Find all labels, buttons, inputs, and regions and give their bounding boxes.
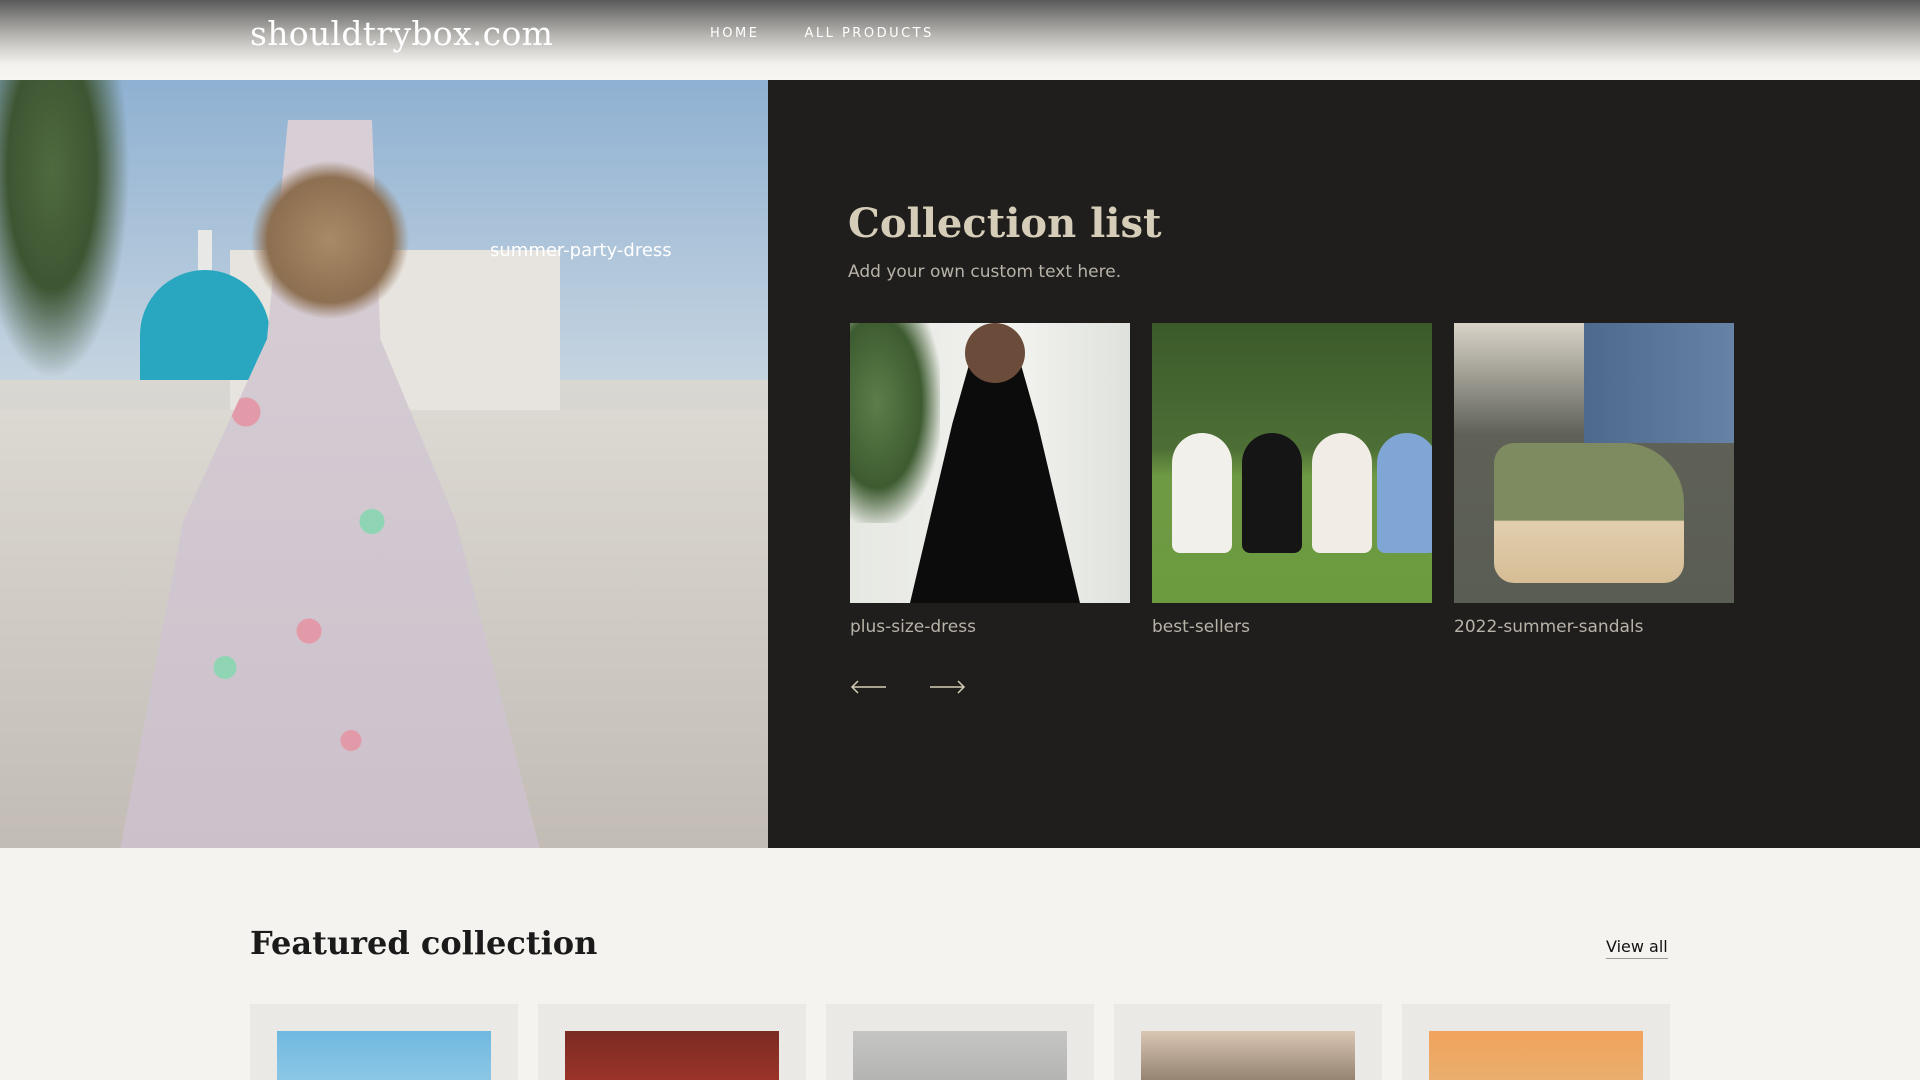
featured-products: [250, 1004, 1670, 1080]
green-sandal: [1494, 443, 1684, 583]
collection-image[interactable]: [1454, 323, 1734, 603]
model-hair: [250, 160, 410, 320]
collection-label[interactable]: best-sellers: [1152, 617, 1432, 637]
product-card[interactable]: [1402, 1004, 1670, 1080]
model-head: [965, 323, 1025, 383]
product-image[interactable]: [277, 1031, 491, 1080]
collection-list-subtitle: Add your own custom text here.: [848, 262, 1122, 282]
model-blue-dress: [1377, 433, 1432, 553]
model-black-dress: [1242, 433, 1302, 553]
hero-image-label[interactable]: summer-party-dress: [490, 240, 672, 261]
hero-image-summer-party-dress[interactable]: summer-party-dress: [0, 80, 768, 848]
collection-card-plus-size-dress[interactable]: plus-size-dress: [850, 323, 1130, 637]
main-nav: HOME ALL PRODUCTS: [710, 26, 934, 41]
product-image[interactable]: [853, 1031, 1067, 1080]
collection-label[interactable]: plus-size-dress: [850, 617, 1130, 637]
nav-home[interactable]: HOME: [710, 26, 759, 41]
collection-card-best-sellers[interactable]: best-sellers: [1152, 323, 1432, 637]
arrow-left-icon[interactable]: [850, 680, 886, 694]
collection-label[interactable]: 2022-summer-sandals: [1454, 617, 1734, 637]
site-logo[interactable]: shouldtrybox.com: [250, 14, 553, 53]
collection-image[interactable]: [1152, 323, 1432, 603]
palm-tree: [0, 80, 130, 380]
view-all-link[interactable]: View all: [1606, 937, 1668, 959]
product-image[interactable]: [1429, 1031, 1643, 1080]
product-card[interactable]: [538, 1004, 806, 1080]
product-card[interactable]: [826, 1004, 1094, 1080]
site-header: shouldtrybox.com HOME ALL PRODUCTS: [0, 0, 1920, 80]
arrow-right-icon[interactable]: [930, 680, 966, 694]
product-image[interactable]: [565, 1031, 779, 1080]
collection-cards: plus-size-dress best-sellers 2022-summer…: [850, 323, 1734, 637]
jeans-leg: [1584, 323, 1734, 443]
model-floral-dress: [1312, 433, 1372, 553]
collection-image[interactable]: [850, 323, 1130, 603]
nav-all-products[interactable]: ALL PRODUCTS: [804, 26, 933, 41]
featured-collection-title: Featured collection: [250, 924, 598, 962]
product-image[interactable]: [1141, 1031, 1355, 1080]
model-white-dress: [1172, 433, 1232, 553]
slider-controls: [850, 680, 966, 694]
collection-list-panel: Collection list Add your own custom text…: [768, 80, 1920, 848]
collection-card-2022-summer-sandals[interactable]: 2022-summer-sandals: [1454, 323, 1734, 637]
plant: [850, 323, 940, 523]
product-card[interactable]: [250, 1004, 518, 1080]
collection-list-title: Collection list: [848, 200, 1162, 247]
product-card[interactable]: [1114, 1004, 1382, 1080]
